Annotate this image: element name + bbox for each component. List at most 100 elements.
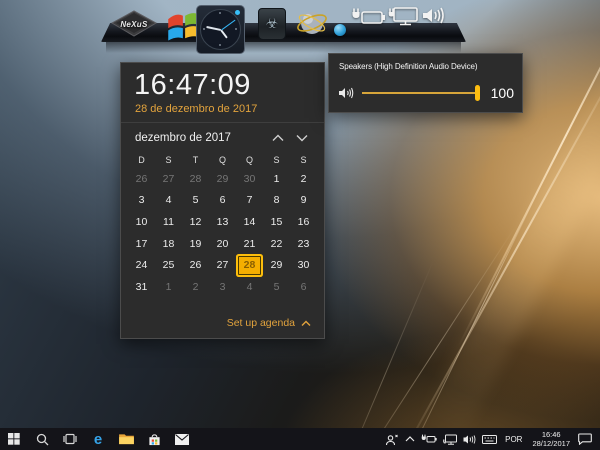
calendar-day[interactable]: 7 xyxy=(236,190,263,212)
chevron-down-icon xyxy=(296,134,308,142)
calendar-day[interactable]: 14 xyxy=(236,211,263,233)
volume-slider-fill xyxy=(362,92,480,94)
calendar-day[interactable]: 2 xyxy=(182,276,209,298)
calendar-day[interactable]: 18 xyxy=(155,233,182,255)
calendar-day[interactable]: 24 xyxy=(128,254,155,276)
dock-item-clock[interactable] xyxy=(196,5,245,54)
calendar-day[interactable]: 3 xyxy=(209,276,236,298)
calendar-day[interactable]: 30 xyxy=(290,254,317,276)
wallpaper-streak xyxy=(323,261,433,450)
calendar-day[interactable]: 2 xyxy=(290,168,317,190)
dock-item-power[interactable] xyxy=(351,7,386,25)
tray-overflow-button[interactable] xyxy=(402,428,418,450)
flyout-date[interactable]: 28 de dezembro de 2017 xyxy=(135,103,324,115)
tray-power-icon[interactable] xyxy=(418,428,440,450)
display-icon xyxy=(388,6,419,26)
calendar-day[interactable]: 27 xyxy=(209,254,236,276)
calendar-day[interactable]: 1 xyxy=(263,168,290,190)
mail-icon xyxy=(175,434,189,445)
calendar-day[interactable]: 8 xyxy=(263,190,290,212)
start-button[interactable] xyxy=(0,428,28,450)
calendar-day[interactable]: 13 xyxy=(209,211,236,233)
calendar-day[interactable]: 10 xyxy=(128,211,155,233)
recycle-bin-icon: ☣ xyxy=(258,8,286,40)
action-center-button[interactable] xyxy=(575,428,600,450)
volume-slider-thumb[interactable] xyxy=(475,85,480,101)
calendar-day[interactable]: 26 xyxy=(128,168,155,190)
calendar-day-selected[interactable]: 28 xyxy=(238,256,261,275)
tray-time: 16:46 xyxy=(532,430,570,439)
calendar-day[interactable]: 25 xyxy=(155,254,182,276)
dock-item-network-globe[interactable] xyxy=(295,7,329,40)
clock-calendar-flyout: 16:47:09 28 de dezembro de 2017 dezembro… xyxy=(120,62,325,339)
tray-touch-keyboard-icon[interactable] xyxy=(479,428,500,450)
calendar-day[interactable]: 30 xyxy=(236,168,263,190)
dock-item-volume[interactable] xyxy=(421,6,447,25)
calendar-day[interactable]: 22 xyxy=(263,233,290,255)
calendar-day[interactable]: 27 xyxy=(155,168,182,190)
analog-clock-icon xyxy=(200,9,241,50)
taskbar-item-file-explorer[interactable] xyxy=(112,428,140,450)
people-button[interactable] xyxy=(382,428,402,450)
taskbar: e xyxy=(0,428,600,450)
calendar-day[interactable]: 23 xyxy=(290,233,317,255)
calendar-day[interactable]: 20 xyxy=(209,233,236,255)
volume-device-name[interactable]: Speakers (High Definition Audio Device) xyxy=(339,62,512,71)
calendar-day[interactable]: 16 xyxy=(290,211,317,233)
calendar-footer-link[interactable]: Set up agenda xyxy=(227,317,311,329)
dock-item-blue-orb[interactable] xyxy=(334,24,346,36)
calendar-day[interactable]: 28 xyxy=(182,168,209,190)
calendar-next-button[interactable] xyxy=(290,130,314,146)
calendar-day[interactable]: 12 xyxy=(182,211,209,233)
calendar-day[interactable]: 4 xyxy=(236,276,263,298)
flyout-divider xyxy=(121,122,324,123)
task-view-icon xyxy=(63,433,77,445)
tray-clock[interactable]: 16:46 28/12/2017 xyxy=(527,430,575,448)
tray-volume-icon[interactable] xyxy=(460,428,479,450)
calendar-day[interactable]: 31 xyxy=(128,276,155,298)
task-view-button[interactable] xyxy=(56,428,84,450)
taskbar-item-edge[interactable]: e xyxy=(84,428,112,450)
calendar-day[interactable]: 5 xyxy=(263,276,290,298)
biohazard-glyph: ☣ xyxy=(266,17,279,31)
calendar-day[interactable]: 26 xyxy=(182,254,209,276)
calendar-day[interactable]: 17 xyxy=(128,233,155,255)
day-of-week-header: Q xyxy=(236,155,263,165)
day-of-week-header: S xyxy=(290,155,317,165)
calendar-day[interactable]: 6 xyxy=(209,190,236,212)
taskbar-item-mail[interactable] xyxy=(168,428,196,450)
day-of-week-header: S xyxy=(263,155,290,165)
dock-item-display[interactable] xyxy=(388,6,419,26)
dock-item-nexus[interactable]: NeXuS xyxy=(110,10,158,38)
taskbar-item-store[interactable] xyxy=(140,428,168,450)
calendar-grid: 2627282930123456789101112131415161718192… xyxy=(128,168,324,298)
calendar-day[interactable]: 6 xyxy=(290,276,317,298)
calendar-day[interactable]: 9 xyxy=(290,190,317,212)
calendar-day[interactable]: 21 xyxy=(236,233,263,255)
calendar-day[interactable]: 4 xyxy=(155,190,182,212)
calendar-day[interactable]: 29 xyxy=(209,168,236,190)
speaker-icon[interactable] xyxy=(338,86,354,100)
keyboard-icon xyxy=(482,435,497,444)
calendar-prev-button[interactable] xyxy=(266,130,290,146)
calendar-day[interactable]: 11 xyxy=(155,211,182,233)
folder-icon xyxy=(119,433,134,445)
search-button[interactable] xyxy=(28,428,56,450)
dock-item-recycle-bin[interactable]: ☣ xyxy=(257,6,287,41)
calendar-day[interactable]: 1 xyxy=(155,276,182,298)
battery-plug-icon xyxy=(421,434,437,444)
calendar-day[interactable]: 19 xyxy=(182,233,209,255)
calendar-day[interactable]: 15 xyxy=(263,211,290,233)
calendar-month-label[interactable]: dezembro de 2017 xyxy=(135,132,266,144)
calendar-day[interactable]: 3 xyxy=(128,190,155,212)
chevron-up-icon xyxy=(272,134,284,142)
flyout-time: 16:47:09 xyxy=(134,69,324,102)
calendar-day[interactable]: 5 xyxy=(182,190,209,212)
volume-slider-row: 100 xyxy=(338,84,514,102)
volume-slider[interactable] xyxy=(362,85,480,101)
set-up-agenda-label: Set up agenda xyxy=(227,317,295,329)
tray-network-icon[interactable] xyxy=(440,428,460,450)
day-of-week-header: Q xyxy=(209,155,236,165)
calendar-day[interactable]: 29 xyxy=(263,254,290,276)
language-indicator[interactable]: POR xyxy=(500,435,527,444)
